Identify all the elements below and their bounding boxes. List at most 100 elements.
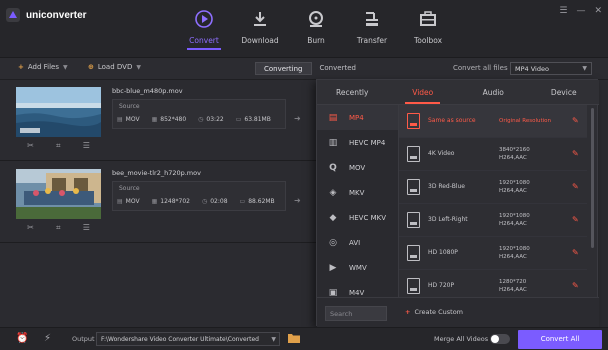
source-info: Source ▤ MOV ▦ 852*480 ◷ 03:22 ▭ 63.81MB (112, 99, 286, 129)
main-nav: Convert Download Burn Transfer Toolbox (176, 8, 456, 52)
output-path-select[interactable]: F:\Wondershare Video Converter Ultimate\… (96, 332, 280, 346)
mp4-icon: ▤ (328, 112, 338, 123)
load-dvd-label: Load DVD (97, 63, 133, 71)
resolution-icon: ▦ (151, 198, 158, 205)
file-row[interactable]: ✂ ⌗ ☰ bbc-blue_m480p.mov Source ▤ MOV ▦ 85… (0, 81, 318, 161)
tab-download[interactable]: Download (232, 8, 288, 52)
video-4k-icon (407, 146, 420, 162)
video-thumbnail[interactable] (16, 87, 101, 137)
tab-convert-label: Convert (189, 36, 219, 45)
merge-videos-toggle[interactable] (490, 334, 510, 344)
edit-icon[interactable]: ✎ (572, 182, 581, 191)
folder-icon[interactable] (288, 333, 300, 343)
format-search-input[interactable] (325, 306, 387, 321)
cut-icon[interactable]: ✂ (27, 223, 34, 233)
edit-icon[interactable]: ✎ (572, 281, 581, 290)
format-label: HEVC MP4 (349, 138, 386, 147)
hevc-mkv-icon: ◆ (329, 212, 337, 223)
format-label: MP4 (349, 113, 364, 122)
create-custom-label: Create Custom (414, 308, 464, 316)
menu-icon[interactable]: ☰ (559, 6, 567, 16)
edit-icon[interactable]: ✎ (572, 248, 581, 257)
format-label: MKV (349, 188, 365, 197)
resolution-item[interactable]: HD 720P 1280*720 H264,AAC ✎ (399, 270, 587, 297)
thumbnail-tools: ✂ ⌗ ☰ (16, 141, 101, 151)
window-controls: ☰ — ✕ (559, 6, 602, 16)
file-row[interactable]: ✂ ⌗ ☰ bee_movie-tlr2_h720p.mov Source ▤ M… (0, 163, 318, 243)
resolution-detail: 3840*2160 H264,AAC (499, 147, 530, 161)
tab-burn-label: Burn (307, 36, 325, 45)
create-custom-button[interactable]: + Create Custom (405, 308, 463, 316)
tab-download-label: Download (241, 36, 279, 45)
cut-icon[interactable]: ✂ (27, 141, 34, 151)
minimize-icon[interactable]: — (576, 6, 585, 16)
resolution-name: 3D Red-Blue (428, 183, 465, 190)
tab-transfer-label: Transfer (356, 36, 388, 45)
resolution-item[interactable]: HD 1080P 1920*1080 H264,AAC ✎ (399, 237, 587, 270)
resolution-scrollbar[interactable] (591, 108, 594, 248)
resolution-item[interactable]: 3D Left-Right 1920*1080 H264,AAC ✎ (399, 204, 587, 237)
edit-icon[interactable]: ✎ (572, 116, 581, 125)
clock-icon: ◷ (198, 116, 204, 123)
format-item-m4v[interactable]: ▣ M4V (317, 280, 398, 298)
format-item-mov[interactable]: Q MOV (317, 155, 398, 180)
tab-convert[interactable]: Convert (176, 8, 232, 52)
tab-converting[interactable]: Converting (255, 62, 312, 75)
top-bar: uniconverter ☰ — ✕ Convert Download Burn… (0, 0, 608, 58)
chevron-down-icon[interactable]: ▼ (63, 64, 68, 71)
edit-icon[interactable]: ✎ (572, 149, 581, 158)
file-size-value: 63.81MB (244, 116, 271, 123)
add-files-button[interactable]: + Add Files ▼ (18, 63, 68, 71)
format-item-wmv[interactable]: ▶ WMV (317, 255, 398, 280)
active-tab-indicator (187, 48, 221, 50)
file-size-icon: ▭ (235, 116, 242, 123)
speed-icon[interactable]: ⚡ (44, 333, 51, 344)
source-meta: ▤ MOV ▦ 1248*702 ◷ 02:08 ▭ 88.62MB (117, 198, 275, 205)
crop-icon[interactable]: ⌗ (56, 223, 61, 233)
format-item-avi[interactable]: ◎ AVI (317, 230, 398, 255)
target-format-select[interactable]: MP4 Video ▼ (510, 62, 592, 75)
format-item-mp4[interactable]: ▤ MP4 (317, 105, 398, 130)
effects-icon[interactable]: ☰ (83, 223, 90, 233)
logo-icon (6, 8, 20, 22)
tab-converted[interactable]: Converted (312, 62, 364, 75)
tab-transfer[interactable]: Transfer (344, 8, 400, 52)
alarm-clock-icon[interactable]: ⏰ (16, 333, 28, 344)
load-dvd-button[interactable]: ⊕ Load DVD ▼ (88, 63, 141, 71)
close-icon[interactable]: ✕ (594, 6, 602, 16)
resolution-item[interactable]: 4K Video 3840*2160 H264,AAC ✎ (399, 138, 587, 171)
app-name: uniconverter (26, 9, 87, 21)
resolution-value: 1248*702 (160, 198, 190, 205)
bottom-bar: ⏰ ⚡ Output F:\Wondershare Video Converte… (0, 327, 608, 350)
chevron-down-icon[interactable]: ▼ (136, 64, 141, 71)
container-icon: ▤ (117, 198, 123, 205)
effects-icon[interactable]: ☰ (83, 141, 90, 151)
toggle-knob (491, 335, 499, 343)
resolution-item[interactable]: 3D Red-Blue 1920*1080 H264,AAC ✎ (399, 171, 587, 204)
convert-all-button[interactable]: Convert All (518, 330, 602, 349)
format-item-hevc-mp4[interactable]: ▥ HEVC MP4 (317, 130, 398, 155)
duration-value: 03:22 (206, 116, 224, 123)
resolution-detail: 1920*1080 H264,AAC (499, 180, 530, 194)
format-item-hevc-mkv[interactable]: ◆ HEVC MKV (317, 205, 398, 230)
format-label: WMV (349, 263, 367, 272)
tab-toolbox[interactable]: Toolbox (400, 8, 456, 52)
tab-device[interactable]: Device (529, 80, 600, 104)
avi-icon: ◎ (329, 237, 337, 248)
format-list: ▤ MP4 ▥ HEVC MP4 Q MOV ◈ MKV ◆ HEVC MKV … (317, 105, 399, 297)
resolution-name: 3D Left-Right (428, 216, 468, 223)
crop-icon[interactable]: ⌗ (56, 141, 61, 151)
tab-recently[interactable]: Recently (317, 80, 388, 104)
resolution-item[interactable]: Same as source Original Resolution ✎ (399, 105, 587, 138)
resolution-value: 852*480 (160, 116, 187, 123)
resolution-detail: 1920*1080 H264,AAC (499, 246, 530, 260)
tab-burn[interactable]: Burn (288, 8, 344, 52)
thumbnail-tools: ✂ ⌗ ☰ (16, 223, 101, 233)
edit-icon[interactable]: ✎ (572, 215, 581, 224)
tab-audio[interactable]: Audio (458, 80, 529, 104)
tab-video[interactable]: Video (388, 80, 459, 104)
video-thumbnail[interactable] (16, 169, 101, 219)
format-item-mkv[interactable]: ◈ MKV (317, 180, 398, 205)
mov-icon: Q (329, 162, 337, 173)
source-label: Source (119, 103, 140, 110)
